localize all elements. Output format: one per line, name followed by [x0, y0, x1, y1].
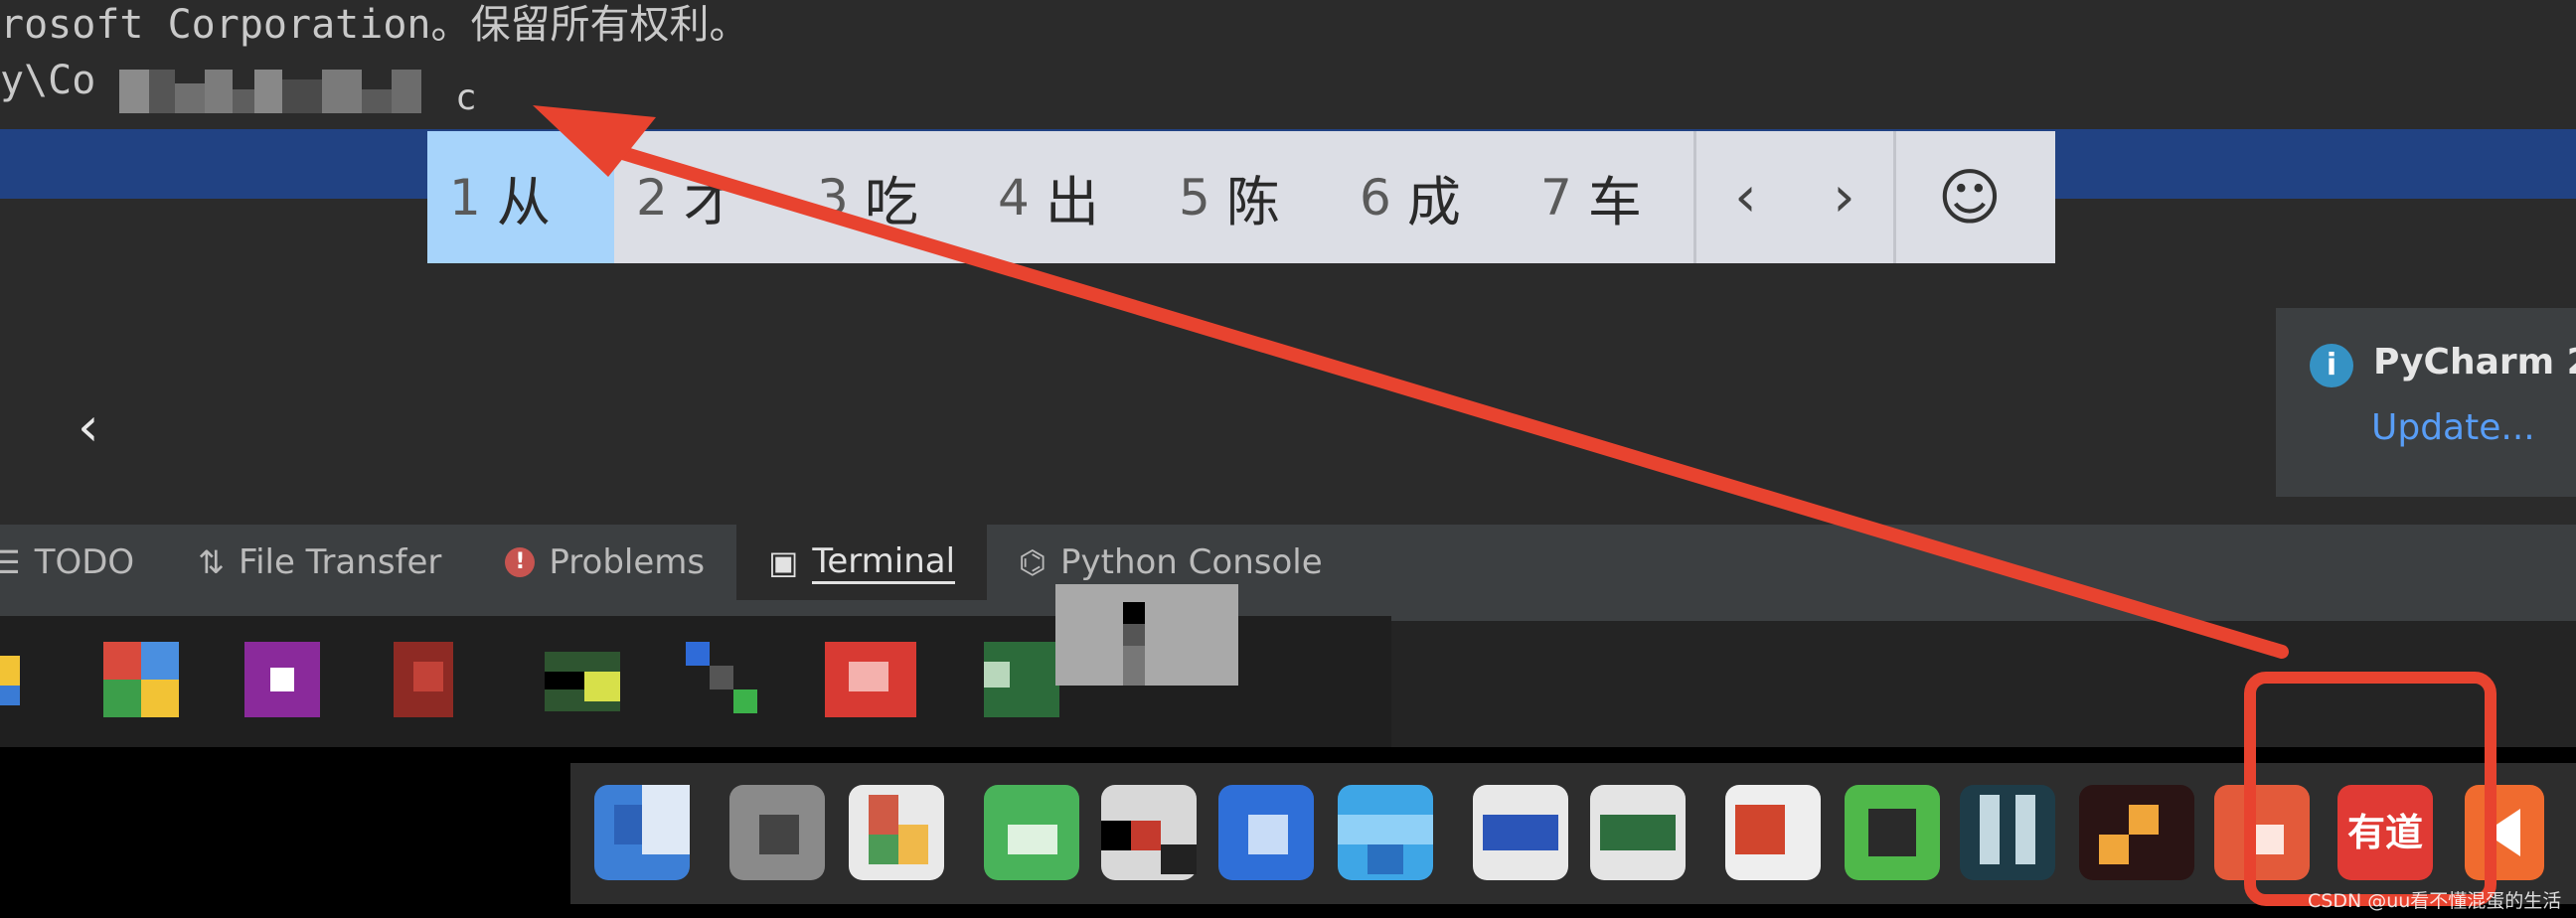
terminal-copyright-line: rosoft Corporation。保留所有权利。	[0, 2, 749, 48]
dock-app-icon[interactable]	[1725, 785, 1821, 880]
ime-candidate[interactable]: 3吃	[795, 131, 976, 263]
dock-app-icon[interactable]	[1960, 785, 2055, 880]
dock-app-icon[interactable]	[2465, 785, 2544, 880]
app-icon[interactable]	[984, 642, 1059, 717]
update-link[interactable]: Update...	[2371, 407, 2535, 448]
dock-app-icon[interactable]	[1101, 785, 1197, 880]
dock-app-icon[interactable]	[1590, 785, 1686, 880]
dock-app-icon[interactable]	[849, 785, 944, 880]
dock-app-icon[interactable]	[1845, 785, 1940, 880]
ime-candidate[interactable]: 1从	[427, 131, 614, 263]
dock-app-icon[interactable]	[2079, 785, 2194, 880]
dock-app-icon[interactable]	[984, 785, 1079, 880]
terminal-panel[interactable]: rosoft Corporation。保留所有权利。 y\Co c 1从 2才 …	[0, 0, 2576, 527]
app-icon[interactable]	[244, 642, 320, 717]
dock-app-icon[interactable]	[729, 785, 825, 880]
taskbar-tray	[1391, 621, 2576, 747]
dock-app-icon[interactable]	[1218, 785, 1314, 880]
python-icon: ⌬	[1019, 543, 1046, 581]
error-icon: !	[505, 547, 536, 577]
app-icon[interactable]	[825, 642, 916, 717]
dock-app-icon[interactable]	[1338, 785, 1433, 880]
info-icon: i	[2310, 344, 2353, 387]
tab-terminal[interactable]: ▣ Terminal	[736, 525, 988, 600]
tool-window-tabs: ☰ TODO ⇅ File Transfer ! Problems ▣ Terminal…	[0, 525, 2576, 600]
csdn-watermark: CSDN @uu看不懂混蛋的生活	[2308, 890, 2562, 912]
chevron-left-icon[interactable]: ‹	[1734, 165, 1756, 230]
update-notification[interactable]: i PyCharm 20 Update...	[2276, 308, 2576, 497]
ime-candidate[interactable]: 7车	[1519, 131, 1693, 263]
ime-page-nav: ‹ ›	[1693, 131, 1893, 263]
tab-problems[interactable]: ! Problems	[473, 525, 736, 600]
app-icon[interactable]	[384, 642, 459, 717]
chrome-icon[interactable]	[103, 642, 179, 717]
ime-candidate[interactable]: 5陈	[1157, 131, 1338, 263]
notification-title: PyCharm 20	[2373, 342, 2576, 382]
terminal-prompt-path: y\Co	[0, 58, 96, 103]
transfer-icon: ⇅	[198, 543, 225, 581]
app-icon[interactable]	[686, 642, 761, 717]
ime-candidate[interactable]: 4出	[976, 131, 1157, 263]
emoji-icon[interactable]: ☺	[1893, 131, 2043, 263]
tab-todo[interactable]: ☰ TODO	[0, 525, 166, 600]
dock-app-icon[interactable]	[594, 785, 690, 880]
terminal-icon: ▣	[768, 543, 799, 581]
app-icon[interactable]	[545, 642, 620, 717]
list-icon: ☰	[0, 543, 21, 581]
ime-candidate[interactable]: 6成	[1338, 131, 1519, 263]
tray-popup	[1055, 584, 1238, 686]
typed-text: c	[455, 77, 477, 118]
folder-app-icon[interactable]	[0, 646, 56, 721]
dock-app-icon[interactable]	[1473, 785, 1568, 880]
ime-candidate-bar[interactable]: 1从 2才 3吃 4出 5陈 6成 7车 ‹ › ☺	[427, 131, 2055, 263]
chevron-right-icon[interactable]: ›	[1833, 165, 1854, 230]
ime-candidate[interactable]: 2才	[614, 131, 795, 263]
dock-app-icon[interactable]	[2214, 785, 2310, 880]
youdao-dictionary-icon[interactable]: 有道	[2337, 785, 2433, 880]
chevron-left-icon[interactable]: ‹	[78, 395, 99, 458]
tab-file-transfer[interactable]: ⇅ File Transfer	[166, 525, 473, 600]
